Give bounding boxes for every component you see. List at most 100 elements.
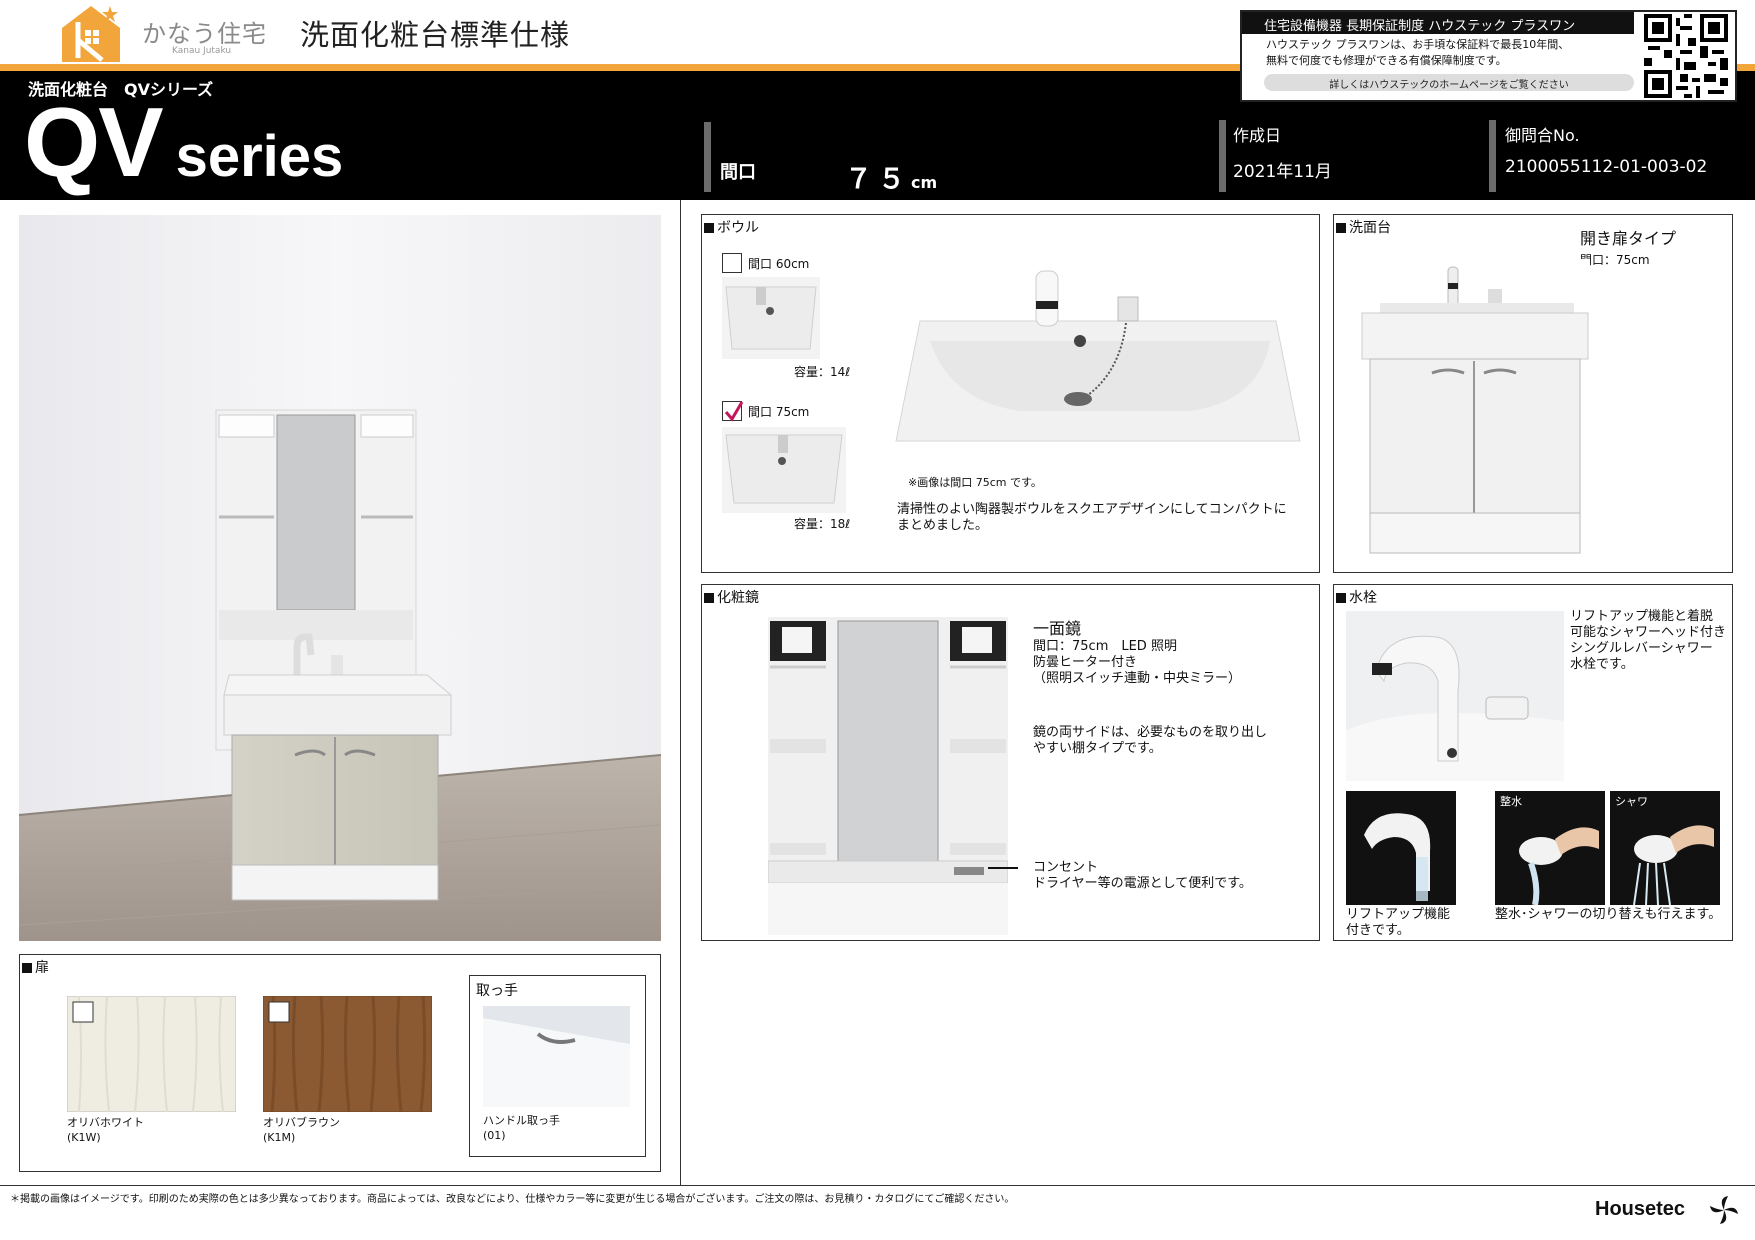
faucet-title-text: 水栓 <box>1349 590 1377 606</box>
inquiry-value: 2100055112-01-003-02 <box>1505 157 1708 177</box>
footer-divider <box>0 1185 1755 1186</box>
swatch-olivia-white[interactable] <box>67 996 236 1112</box>
outlet-text: ドライヤー等の電源として便利です。 <box>1033 876 1252 891</box>
handle-photo[interactable] <box>483 1006 630 1107</box>
mirror-side-line: 鏡の両サイドは、必要なものを取り出し <box>1033 725 1268 740</box>
counter-title-text: 洗面台 <box>1349 220 1391 236</box>
maker-logo: Housetec <box>1595 1198 1686 1220</box>
brand-roman: Kanau Jutaku <box>172 46 232 56</box>
counter-type: 開き扉タイプ <box>1580 229 1677 248</box>
date-label: 作成日 <box>1233 126 1282 145</box>
door-title: 扉 <box>22 957 49 977</box>
mirror-spec-line: 間口：75cm LED 照明 <box>1033 639 1177 654</box>
mirror-spec: 間口：75cm LED 照明 防曇ヒーター付き （照明スイッチ連動・中央ミラー） <box>1033 639 1241 687</box>
option-60-label: 間口 60cm <box>748 257 810 271</box>
mirror-side-line: やすい棚タイプです。 <box>1033 741 1162 756</box>
switch-desc: 整水･シャワーの切り替えも行えます。 <box>1495 907 1722 922</box>
section-marker <box>1336 223 1346 233</box>
door-title-text: 扉 <box>35 960 49 976</box>
faucet-desc-line: 水栓です。 <box>1570 657 1634 672</box>
swatch-olivia-brown[interactable] <box>263 996 432 1112</box>
warranty-box: 住宅設備機器 長期保証制度 ハウステック プラスワン ハウステック プラスワンは… <box>1240 10 1737 102</box>
faucet-photo <box>1346 611 1564 781</box>
handle-label: ハンドル取っ手 (01) <box>483 1113 560 1143</box>
option-75-label: 間口 75cm <box>748 405 810 419</box>
counter-photo <box>1360 259 1590 569</box>
section-marker <box>704 593 714 603</box>
inquiry-label: 御問合No. <box>1505 126 1580 145</box>
mirror-panel: 化粧鏡 一面鏡 間口：75cm LED 照明 防曇ヒーター付き （照明スイッチ連動・… <box>701 584 1320 941</box>
outlet-pointer-line <box>988 867 1018 869</box>
swatch-label: オリバブラウン (K1M) <box>263 1115 340 1145</box>
footer-note: ＊掲載の画像はイメージです。印刷のため実際の色とは多少異なっております。商品によ… <box>10 1194 1015 1205</box>
liftup-desc: リフトアップ機能 付きです。 <box>1346 907 1450 939</box>
warranty-text: ハウステック プラスワンは、お手頃な保証料で最長10年間、 <box>1266 38 1570 51</box>
counter-panel: 洗面台 開き扉タイプ 間口：75cm <box>1333 214 1733 573</box>
column-divider <box>680 200 681 1185</box>
swatch-label: オリバホワイト (K1W) <box>67 1115 144 1145</box>
faucet-desc-line: リフトアップ機能と着脱 <box>1570 609 1714 624</box>
handle-title: 取っ手 <box>476 983 518 999</box>
outlet-title: コンセント <box>1033 860 1099 875</box>
liftup-photo <box>1346 791 1456 905</box>
divider <box>1489 120 1496 192</box>
width-number: ７５ <box>845 164 911 195</box>
flow-mode-tag: 整水 <box>1500 795 1522 808</box>
option-60-checkbox[interactable] <box>722 253 742 273</box>
mirror-spec-line: 防曇ヒーター付き <box>1033 655 1138 670</box>
page-title: 洗面化粧台標準仕様 <box>300 18 571 52</box>
date-value: 2021年11月 <box>1233 162 1332 182</box>
width-value: ７５cm <box>845 157 937 196</box>
kanau-logo-icon <box>62 6 120 62</box>
housetec-logo-icon <box>1710 1196 1738 1224</box>
warranty-link-button[interactable]: 詳しくはハウステックのホームページをご覧ください <box>1264 74 1634 91</box>
bowl-description: 清掃性のよい陶器製ボウルをスクエアデザインにしてコンパクトに まとめました。 <box>897 502 1287 534</box>
width-unit: cm <box>911 173 938 192</box>
handle-box: 取っ手 ハンドル取っ手 (01) <box>469 975 646 1157</box>
section-marker <box>22 963 32 973</box>
faucet-description: リフトアップ機能と着脱 可能なシャワーヘッド付き シングルレバーシャワー 水栓です。 <box>1570 609 1726 673</box>
counter-width: 間口：75cm <box>1580 253 1650 267</box>
liftup-line: リフトアップ機能 <box>1346 907 1451 922</box>
mirror-title-text: 化粧鏡 <box>717 590 759 606</box>
faucet-panel: 水栓 リフトアップ機能と着脱 可能なシャワーヘッド付き シングルレバーシャワー 水栓で… <box>1333 584 1733 941</box>
bowl-image-note: ※画像は間口 75cm です。 <box>908 476 1042 489</box>
warranty-heading: 住宅設備機器 長期保証制度 ハウステック プラスワン <box>1242 12 1634 34</box>
bowl-desc-line: 清掃性のよい陶器製ボウルをスクエアデザインにしてコンパクトに <box>897 502 1287 517</box>
section-marker <box>704 223 714 233</box>
faucet-title: 水栓 <box>1336 587 1377 607</box>
handle-code: (01) <box>483 1129 506 1142</box>
mirror-title: 化粧鏡 <box>704 587 759 607</box>
series-word: series <box>175 124 344 189</box>
capacity-60: 容量：14ℓ <box>794 365 851 379</box>
bowl-main-photo <box>890 261 1306 471</box>
divider <box>704 122 711 192</box>
width-label: 間口 <box>720 162 756 183</box>
warranty-text: 無料で何度でも修理ができる有償保障制度です。 <box>1266 54 1507 67</box>
series-logo: QV series <box>24 86 343 199</box>
series-qv: QV <box>24 87 164 197</box>
qr-code-icon[interactable] <box>1644 14 1728 98</box>
bowl-desc-line: まとめました。 <box>897 518 989 533</box>
mirror-spec-line: （照明スイッチ連動・中央ミラー） <box>1033 671 1242 686</box>
counter-title: 洗面台 <box>1336 217 1391 237</box>
brand-name: かなう住宅 <box>142 20 267 48</box>
faucet-desc-line: シングルレバーシャワー <box>1570 641 1713 656</box>
bowl-75-photo <box>722 427 846 513</box>
bowl-title: ボウル <box>704 217 759 237</box>
shower-mode-tag: シャワ <box>1615 795 1648 808</box>
bowl-60-photo <box>722 277 820 359</box>
faucet-desc-line: 可能なシャワーヘッド付き <box>1570 625 1727 640</box>
swatch-name: オリバブラウン <box>263 1116 340 1129</box>
swatch-code: (K1W) <box>67 1131 101 1144</box>
product-photo <box>19 215 661 941</box>
outlet-desc: コンセント ドライヤー等の電源として便利です。 <box>1033 860 1252 892</box>
mirror-side-desc: 鏡の両サイドは、必要なものを取り出し やすい棚タイプです。 <box>1033 725 1267 757</box>
swatch-code: (K1M) <box>263 1131 296 1144</box>
swatch-name: オリバホワイト <box>67 1116 144 1129</box>
mirror-name: 一面鏡 <box>1033 619 1082 638</box>
divider <box>1219 120 1226 192</box>
option-75-checkbox[interactable] <box>722 401 744 422</box>
check-mark-icon <box>724 401 744 422</box>
bowl-panel: ボウル 間口 60cm 容量：14ℓ 間口 75cm 容量：18ℓ ※画像は間口… <box>701 214 1320 573</box>
